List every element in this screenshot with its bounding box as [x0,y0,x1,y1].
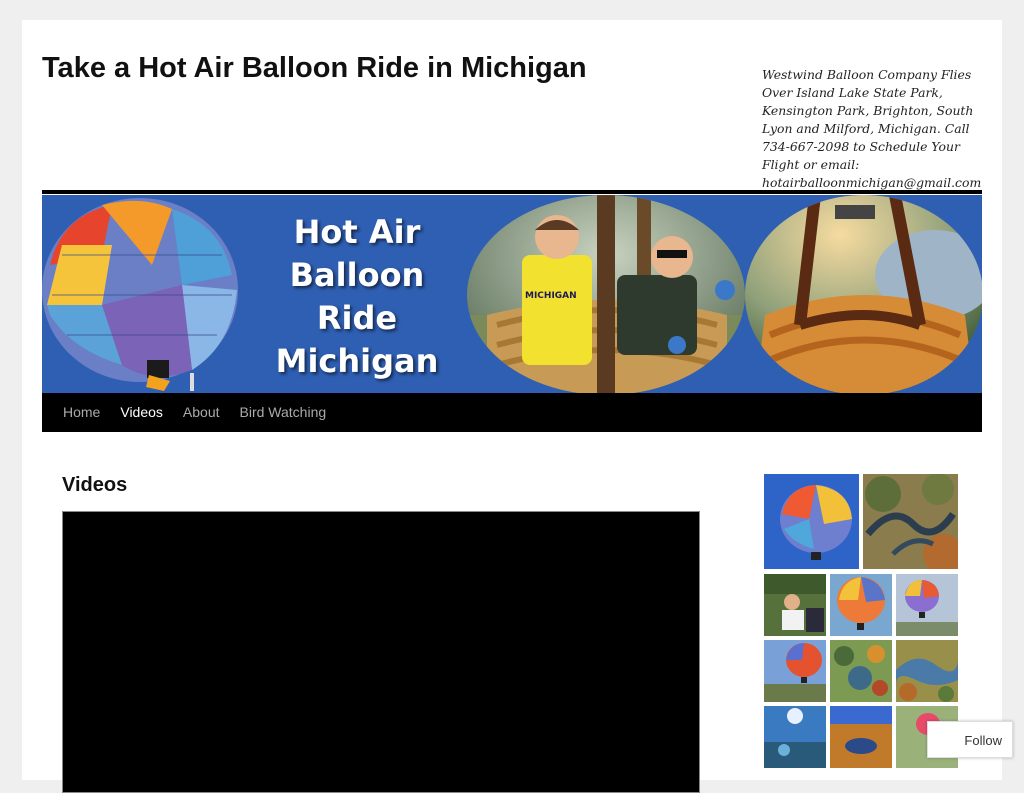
banner-line-1: Hot Air Balloon [289,213,425,294]
gallery-thumb[interactable] [764,574,826,636]
entry-title: Videos [62,474,128,496]
gallery-thumb[interactable] [830,640,892,702]
gallery-thumb[interactable] [830,574,892,636]
banner-line-3: Michigan [275,342,439,380]
gallery-thumb[interactable] [896,640,958,702]
nav-item-about[interactable]: About [173,393,230,432]
follow-button[interactable]: Follow [927,721,1013,758]
site-title[interactable]: Take a Hot Air Balloon Ride in Michigan [42,52,587,85]
gallery-thumb[interactable] [764,640,826,702]
banner-line-2: Ride [316,299,398,337]
page-container: Take a Hot Air Balloon Ride in Michigan … [22,20,1002,793]
banner-artwork: MICHIGAN [42,195,982,393]
video-player[interactable] [62,511,700,793]
banner-heading: Hot Air Balloon Ride Michigan [222,211,492,383]
nav-item-videos[interactable]: Videos [110,393,173,432]
banner-top-rule [42,190,982,194]
gallery-thumb[interactable] [830,706,892,768]
photo-basket [745,195,982,393]
header-banner[interactable]: MICHIGAN Hot Air Balloon Ride Michigan [42,195,982,393]
gallery-thumb[interactable] [896,574,958,636]
gallery-thumb[interactable] [764,474,859,569]
gallery-thumb[interactable] [863,474,958,569]
main-navigation: Home Videos About Bird Watching [42,393,982,432]
photo-passengers: MICHIGAN [467,195,745,393]
nav-item-bird-watching[interactable]: Bird Watching [230,393,337,432]
balloon-illustration [42,198,238,391]
nav-item-home[interactable]: Home [53,393,110,432]
gallery-thumb[interactable] [764,706,826,768]
shirt-text: MICHIGAN [525,291,577,301]
site-description: Westwind Balloon Company Flies Over Isla… [762,67,982,190]
